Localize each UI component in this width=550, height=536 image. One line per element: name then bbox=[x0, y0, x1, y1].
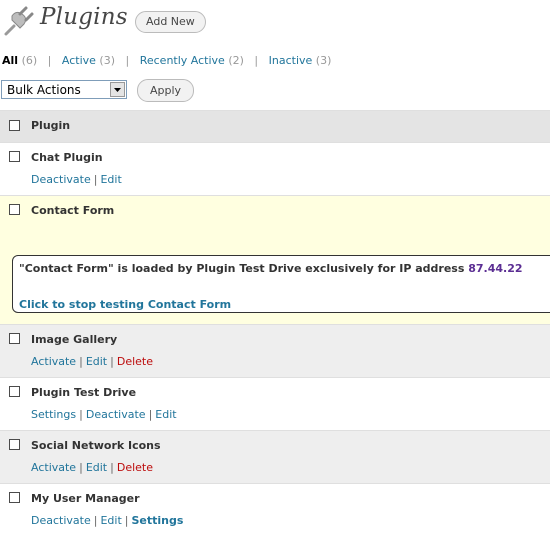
delete-link[interactable]: Delete bbox=[117, 355, 153, 368]
plugin-name: Chat Plugin bbox=[31, 151, 103, 164]
plugins-table: Plugin Chat Plugin Deactivate | Edit Conta… bbox=[0, 110, 550, 536]
activate-link[interactable]: Activate bbox=[31, 461, 76, 474]
filter-separator: | bbox=[47, 54, 52, 67]
row-actions: Deactivate | Edit bbox=[31, 173, 122, 186]
filter-separator: | bbox=[254, 54, 259, 67]
table-header: Plugin bbox=[0, 110, 550, 143]
table-row: Chat Plugin Deactivate | Edit bbox=[0, 143, 550, 196]
filter-active-count: (3) bbox=[99, 54, 115, 67]
bulk-actions-selected: Bulk Actions bbox=[7, 83, 81, 97]
row-checkbox[interactable] bbox=[9, 151, 20, 162]
filter-all[interactable]: All bbox=[2, 54, 18, 67]
row-checkbox[interactable] bbox=[9, 333, 20, 344]
row-actions: Deactivate | Edit | Settings bbox=[31, 514, 184, 527]
row-checkbox[interactable] bbox=[9, 386, 20, 397]
plugin-status-filters: All (6) | Active (3) | Recently Active (… bbox=[2, 54, 331, 67]
deactivate-link[interactable]: Deactivate bbox=[86, 408, 146, 421]
plugin-plug-icon bbox=[4, 6, 34, 36]
deactivate-link[interactable]: Deactivate bbox=[31, 173, 91, 186]
plugin-name: My User Manager bbox=[31, 492, 140, 505]
plugin-name: Plugin Test Drive bbox=[31, 386, 137, 399]
delete-link[interactable]: Delete bbox=[117, 461, 153, 474]
test-drive-notice: "Contact Form" is loaded by Plugin Test … bbox=[12, 255, 550, 313]
stop-testing-link[interactable]: Click to stop testing Contact Form bbox=[19, 298, 231, 311]
plugin-name: Social Network Icons bbox=[31, 439, 161, 452]
plugin-name: Contact Form bbox=[31, 204, 115, 217]
table-row: Contact Form "Contact Form" is loaded by… bbox=[0, 196, 550, 325]
table-row: Image Gallery Activate | Edit | Delete bbox=[0, 325, 550, 378]
filter-recently-active[interactable]: Recently Active bbox=[140, 54, 225, 67]
filter-all-count: (6) bbox=[21, 54, 38, 67]
table-row: Plugin Test Drive Settings | Deactivate | Ed… bbox=[0, 378, 550, 431]
filter-active[interactable]: Active bbox=[62, 54, 96, 67]
deactivate-link[interactable]: Deactivate bbox=[31, 514, 91, 527]
edit-link[interactable]: Edit bbox=[86, 461, 107, 474]
activate-link[interactable]: Activate bbox=[31, 355, 76, 368]
select-all-checkbox[interactable] bbox=[9, 120, 20, 131]
page-header: Plugins Add New bbox=[0, 0, 550, 44]
row-checkbox[interactable] bbox=[9, 439, 20, 450]
ip-address: 87.44.22 bbox=[468, 262, 523, 275]
plugin-name: Image Gallery bbox=[31, 333, 118, 346]
settings-link[interactable]: Settings bbox=[31, 408, 76, 421]
edit-link[interactable]: Edit bbox=[100, 173, 121, 186]
edit-link[interactable]: Edit bbox=[155, 408, 176, 421]
apply-button[interactable]: Apply bbox=[137, 79, 195, 102]
row-checkbox[interactable] bbox=[9, 204, 20, 215]
filter-recently-active-count: (2) bbox=[228, 54, 244, 67]
column-header-plugin: Plugin bbox=[31, 119, 71, 132]
page-title: Plugins bbox=[40, 4, 128, 30]
filter-inactive[interactable]: Inactive bbox=[269, 54, 313, 67]
row-actions: Activate | Edit | Delete bbox=[31, 355, 153, 368]
test-drive-message: "Contact Form" is loaded by Plugin Test … bbox=[19, 262, 523, 275]
row-checkbox[interactable] bbox=[9, 492, 20, 503]
add-new-button[interactable]: Add New bbox=[135, 11, 206, 33]
settings-link[interactable]: Settings bbox=[131, 514, 183, 527]
row-actions: Activate | Edit | Delete bbox=[31, 461, 153, 474]
filter-separator: | bbox=[125, 54, 130, 67]
dropdown-arrow-icon[interactable] bbox=[110, 82, 125, 97]
filter-inactive-count: (3) bbox=[315, 54, 332, 67]
table-row: Social Network Icons Activate | Edit | Delet… bbox=[0, 431, 550, 484]
bulk-actions-select[interactable]: Bulk Actions bbox=[1, 80, 127, 99]
table-row: My User Manager Deactivate | Edit | Settings bbox=[0, 484, 550, 536]
edit-link[interactable]: Edit bbox=[100, 514, 121, 527]
row-actions: Settings | Deactivate | Edit bbox=[31, 408, 177, 421]
edit-link[interactable]: Edit bbox=[86, 355, 107, 368]
